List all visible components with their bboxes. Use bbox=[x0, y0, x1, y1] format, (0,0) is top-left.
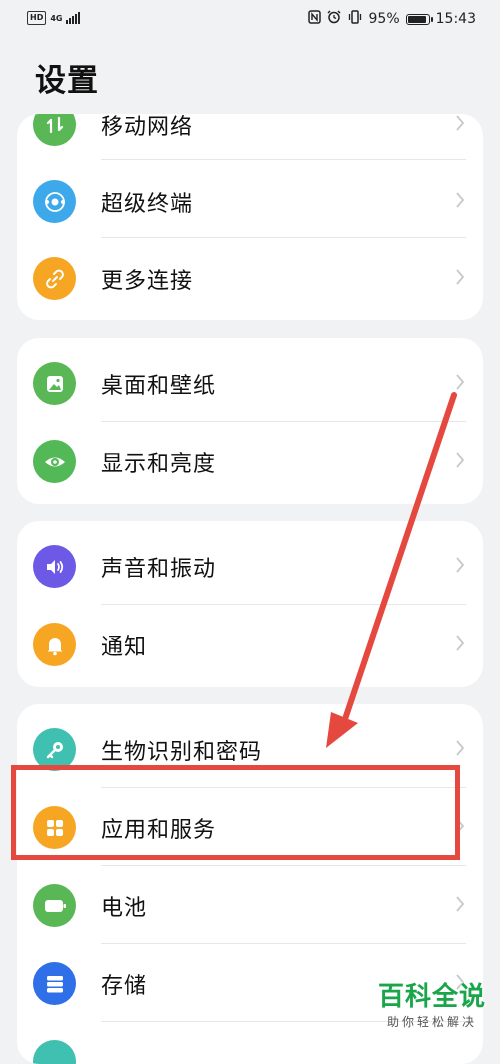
settings-item-storage[interactable]: 存储 bbox=[17, 944, 483, 1022]
settings-group-connectivity: 移动网络 超级终端 更多连接 bbox=[17, 114, 483, 320]
mobile-network-icon bbox=[33, 114, 76, 146]
eye-icon bbox=[33, 440, 76, 483]
settings-item-display-brightness[interactable]: 显示和亮度 bbox=[17, 422, 483, 500]
battery-icon bbox=[405, 13, 433, 25]
chevron-right-icon bbox=[456, 818, 465, 834]
settings-item-apps-services[interactable]: 应用和服务 bbox=[17, 788, 483, 866]
settings-item-sound-vibration[interactable]: 声音和振动 bbox=[17, 527, 483, 605]
settings-group-system: 生物识别和密码 应用和服务 电池 存储 bbox=[17, 704, 483, 1064]
hd-badge: HD bbox=[27, 11, 47, 25]
apps-icon bbox=[33, 806, 76, 849]
chevron-right-icon bbox=[456, 740, 465, 756]
settings-item-label: 通知 bbox=[101, 635, 148, 660]
storage-icon bbox=[33, 962, 76, 1005]
status-right: 95% 15:43 bbox=[307, 10, 476, 28]
settings-item-label: 移动网络 bbox=[101, 115, 194, 140]
settings-item-next-partial[interactable] bbox=[17, 1022, 483, 1064]
chevron-right-icon bbox=[456, 115, 465, 131]
settings-item-label: 桌面和壁纸 bbox=[101, 374, 217, 399]
settings-item-wallpaper[interactable]: 桌面和壁纸 bbox=[17, 344, 483, 422]
battery-fill bbox=[407, 15, 426, 23]
chevron-right-icon bbox=[456, 192, 465, 208]
settings-item-label: 应用和服务 bbox=[101, 818, 217, 843]
nfc-icon bbox=[307, 10, 321, 28]
settings-item-battery[interactable]: 电池 bbox=[17, 866, 483, 944]
settings-item-notifications[interactable]: 通知 bbox=[17, 605, 483, 683]
key-icon bbox=[33, 728, 76, 771]
settings-item-label: 生物识别和密码 bbox=[101, 740, 263, 765]
settings-item-label: 超级终端 bbox=[101, 192, 194, 217]
network-type: 4G bbox=[50, 13, 63, 23]
chevron-right-icon bbox=[456, 374, 465, 390]
status-bar: HD 4G 95% 15:43 bbox=[0, 0, 500, 40]
settings-item-super-device[interactable]: 超级终端 bbox=[17, 162, 483, 240]
divider bbox=[101, 159, 466, 160]
clock: 15:43 bbox=[435, 11, 476, 27]
chevron-right-icon bbox=[456, 557, 465, 573]
speaker-icon bbox=[33, 545, 76, 588]
super-device-icon bbox=[33, 180, 76, 223]
battery-icon bbox=[33, 884, 76, 927]
signal-icon bbox=[66, 12, 81, 24]
settings-item-biometrics-password[interactable]: 生物识别和密码 bbox=[17, 710, 483, 788]
settings-item-label: 显示和亮度 bbox=[101, 452, 217, 477]
link-icon bbox=[33, 257, 76, 300]
settings-item-label: 更多连接 bbox=[101, 269, 194, 294]
settings-group-display: 桌面和壁纸 显示和亮度 bbox=[17, 338, 483, 504]
settings-item-label: 声音和振动 bbox=[101, 557, 217, 582]
settings-item-mobile-network[interactable]: 移动网络 bbox=[17, 114, 483, 163]
page-title: 设置 bbox=[35, 63, 99, 99]
vibrate-icon bbox=[347, 10, 363, 28]
alarm-icon bbox=[326, 10, 341, 28]
chevron-right-icon bbox=[456, 635, 465, 651]
status-left: HD 4G bbox=[27, 11, 81, 25]
settings-group-sound: 声音和振动 通知 bbox=[17, 521, 483, 687]
wallpaper-icon bbox=[33, 362, 76, 405]
chevron-right-icon bbox=[456, 896, 465, 912]
battery-percent: 95% bbox=[368, 11, 400, 27]
chevron-right-icon bbox=[456, 974, 465, 990]
partial-icon bbox=[33, 1040, 76, 1064]
chevron-right-icon bbox=[456, 269, 465, 285]
chevron-right-icon bbox=[456, 452, 465, 468]
settings-item-more-connections[interactable]: 更多连接 bbox=[17, 239, 483, 317]
settings-item-label: 电池 bbox=[101, 896, 148, 921]
settings-item-label: 存储 bbox=[101, 974, 148, 999]
bell-icon bbox=[33, 623, 76, 666]
divider bbox=[101, 237, 466, 238]
